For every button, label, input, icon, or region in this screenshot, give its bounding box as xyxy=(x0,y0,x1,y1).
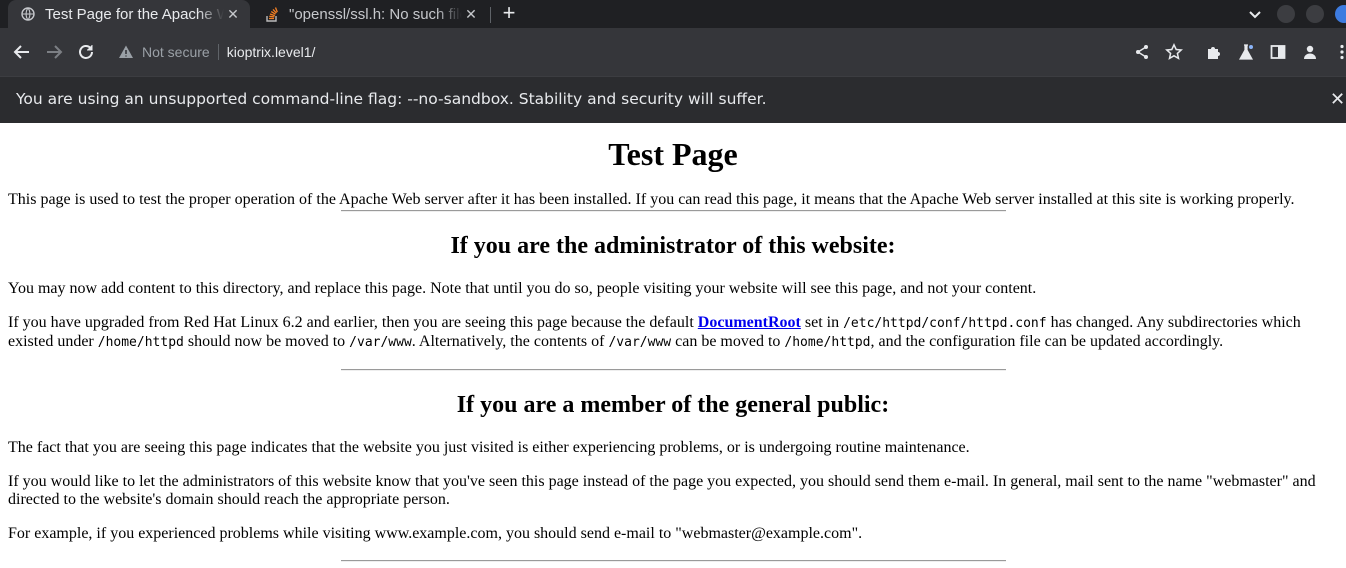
labs-flask-icon[interactable] xyxy=(1236,42,1256,62)
text-span: . Alternatively, the contents of xyxy=(411,333,609,350)
tab-title: Test Page for the Apache Web Server xyxy=(45,5,224,23)
admin-paragraph-2: If you have upgraded from Red Hat Linux … xyxy=(8,314,1338,352)
page-content: Test Page This page is used to test the … xyxy=(0,134,1346,562)
intro-paragraph: This page is used to test the proper ope… xyxy=(8,191,1295,208)
admin-heading: If you are the administrator of this web… xyxy=(450,233,896,259)
tab-apache-test-page[interactable]: Test Page for the Apache Web Server ✕ xyxy=(8,0,250,28)
text-span: can be moved to xyxy=(671,333,785,350)
text-span: , and the configuration file can be upda… xyxy=(870,333,1224,350)
tab-separator xyxy=(490,7,491,23)
admin-paragraph-1: You may now add content to this director… xyxy=(8,280,1037,297)
divider xyxy=(340,210,1006,212)
minimize-button[interactable] xyxy=(1277,5,1295,23)
public-paragraph-1: The fact that you are seeing this page i… xyxy=(8,439,970,456)
side-panel-icon[interactable] xyxy=(1268,42,1288,62)
security-label[interactable]: Not secure xyxy=(142,44,210,60)
stackoverflow-icon xyxy=(264,6,280,22)
chevron-down-icon[interactable] xyxy=(1246,5,1264,23)
address-bar[interactable]: Not secure kioptrix.level1/ xyxy=(108,38,1128,66)
close-tab-icon[interactable]: ✕ xyxy=(224,5,242,23)
maximize-button[interactable] xyxy=(1306,5,1324,23)
address-divider xyxy=(217,44,219,60)
public-paragraph-3: For example, if you experienced problems… xyxy=(8,525,863,542)
window-close-button[interactable] xyxy=(1335,5,1346,23)
divider xyxy=(340,560,1006,562)
tab-strip: Test Page for the Apache Web Server ✕ "o… xyxy=(0,0,1346,28)
close-tab-icon[interactable]: ✕ xyxy=(462,5,480,23)
tab-title: "openssl/ssl.h: No such file or director… xyxy=(289,5,462,23)
reload-icon[interactable] xyxy=(76,42,96,62)
code-path: /etc/httpd/conf/httpd.conf xyxy=(843,316,1047,331)
code-path: /home/httpd xyxy=(784,335,871,350)
public-paragraph-2: If you would like to let the administrat… xyxy=(8,473,1316,508)
bookmark-star-icon[interactable] xyxy=(1164,42,1184,62)
page-title: Test Page xyxy=(608,136,738,172)
code-path: /home/httpd xyxy=(97,335,184,350)
profile-icon[interactable] xyxy=(1300,42,1320,62)
text-span: should now be moved to xyxy=(183,333,350,350)
divider xyxy=(340,369,1006,371)
text-span: If you have upgraded from Red Hat Linux … xyxy=(8,314,698,331)
globe-icon xyxy=(20,6,36,22)
documentroot-link[interactable]: DocumentRoot xyxy=(698,314,801,331)
new-tab-button[interactable]: + xyxy=(498,2,520,25)
code-path: /var/www xyxy=(349,335,412,350)
forward-icon[interactable] xyxy=(44,42,64,62)
close-infobar-icon[interactable]: ✕ xyxy=(1330,89,1345,110)
infobar-message: You are using an unsupported command-lin… xyxy=(16,90,767,108)
share-icon[interactable] xyxy=(1132,42,1152,62)
code-path: /var/www xyxy=(608,335,672,350)
warning-icon[interactable] xyxy=(118,44,134,60)
browser-toolbar: Not secure kioptrix.level1/ xyxy=(0,28,1346,76)
back-icon[interactable] xyxy=(12,42,32,62)
extensions-icon[interactable] xyxy=(1204,42,1224,62)
tab-openssl-error[interactable]: "openssl/ssl.h: No such file or director… xyxy=(252,0,488,28)
url-text[interactable]: kioptrix.level1/ xyxy=(227,44,316,60)
menu-kebab-icon[interactable] xyxy=(1332,42,1346,62)
public-heading: If you are a member of the general publi… xyxy=(456,392,890,418)
text-span: set in xyxy=(800,314,844,331)
warning-infobar: You are using an unsupported command-lin… xyxy=(0,76,1346,123)
